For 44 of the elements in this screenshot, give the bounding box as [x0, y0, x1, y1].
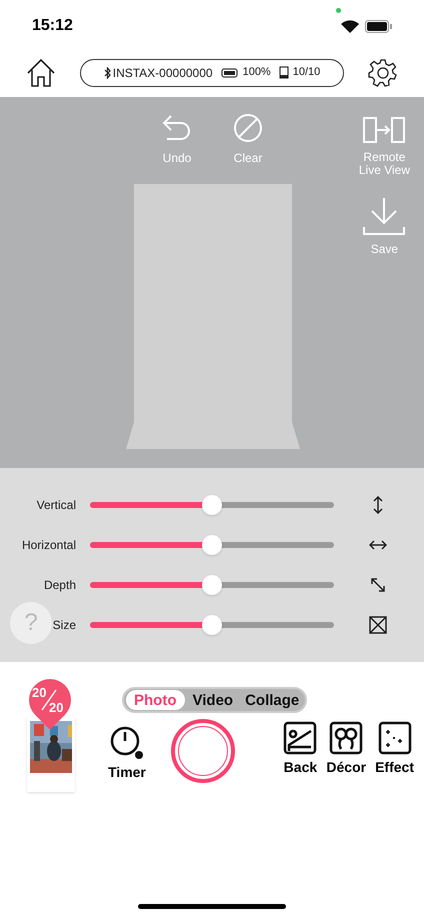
- diagonal-arrows-icon: [370, 577, 386, 593]
- mode-tab[interactable]: Video: [188, 690, 238, 710]
- prohibited-icon: [233, 113, 263, 143]
- battery-icon: [365, 20, 392, 32]
- slider-thumb[interactable]: [202, 495, 222, 515]
- effect-button[interactable]: Effect: [375, 721, 414, 778]
- balloons-icon: [329, 721, 364, 755]
- slider-label: Size: [52, 617, 76, 634]
- home-button[interactable]: [26, 58, 56, 88]
- timer-icon: [110, 726, 144, 760]
- wifi-icon: [341, 20, 359, 32]
- slider-thumb[interactable]: [202, 615, 222, 635]
- undo-icon: [161, 113, 193, 143]
- bluetooth-icon: [104, 66, 111, 78]
- prints-remaining: 10/10: [292, 65, 320, 80]
- sparkle-icon: [378, 721, 412, 755]
- status-time: 15:12: [32, 16, 73, 36]
- print-thumbnail[interactable]: [27, 716, 75, 792]
- film-total: 20: [49, 699, 64, 717]
- slider-thumb[interactable]: [202, 535, 222, 555]
- home-icon: [26, 58, 56, 88]
- camera-indicator-icon: [336, 8, 341, 13]
- film-icon: [278, 66, 289, 79]
- mode-tab[interactable]: Collage: [241, 690, 304, 710]
- image-frame-icon: [283, 721, 318, 755]
- device-name: INSTAX-00000000: [104, 64, 213, 82]
- battery-percent: 100%: [242, 65, 271, 80]
- battery-level-icon: [220, 68, 239, 78]
- film-count: 20: [32, 684, 46, 702]
- horizontal-arrows-icon: [369, 540, 387, 550]
- settings-icon: [368, 58, 398, 88]
- shutter-button[interactable]: [170, 719, 235, 783]
- slider-label: Depth: [44, 577, 76, 594]
- transfer-icon: [363, 117, 406, 143]
- decor-button[interactable]: Décor: [326, 721, 366, 778]
- timer-button[interactable]: Timer: [108, 726, 146, 783]
- download-icon: [363, 197, 406, 235]
- expand-icon: [369, 616, 387, 634]
- settings-button[interactable]: [368, 58, 398, 88]
- back-button[interactable]: Back: [283, 721, 318, 778]
- vertical-arrows-icon: [372, 496, 384, 514]
- slider-label: Vertical: [36, 497, 76, 514]
- slider-label: Horizontal: [22, 537, 76, 554]
- slider-thumb[interactable]: [202, 575, 222, 595]
